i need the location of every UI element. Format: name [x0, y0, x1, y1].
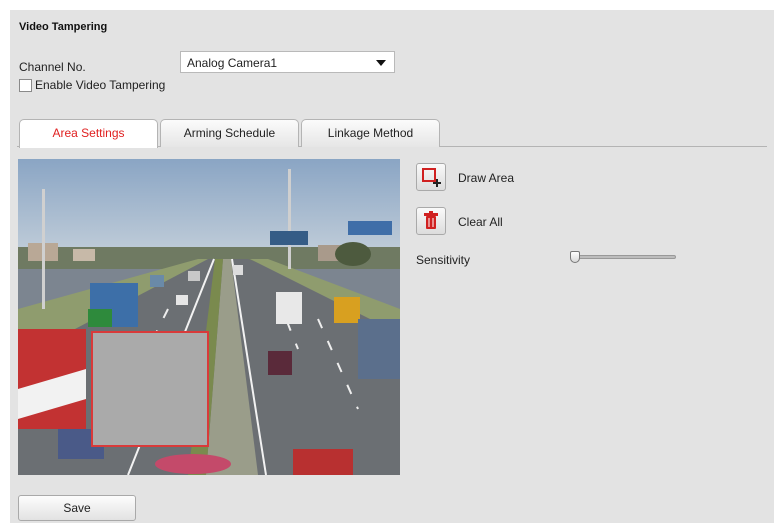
highway-camera-image [18, 159, 400, 475]
draw-area-button[interactable] [416, 163, 446, 191]
channel-label: Channel No. [19, 60, 86, 74]
section-title: Video Tampering [19, 21, 108, 33]
clear-all-button[interactable] [416, 207, 446, 235]
clear-all-label[interactable]: Clear All [458, 215, 503, 229]
tab-arming-schedule[interactable]: Arming Schedule [160, 119, 299, 147]
draw-area-label[interactable]: Draw Area [458, 171, 514, 185]
trash-icon [424, 211, 438, 229]
enable-tampering-label[interactable]: Enable Video Tampering [35, 78, 165, 92]
enable-tampering-checkbox[interactable] [19, 79, 32, 92]
sensitivity-slider-track[interactable] [574, 255, 676, 259]
sensitivity-slider-thumb[interactable] [570, 251, 580, 263]
channel-select-value: Analog Camera1 [187, 56, 278, 70]
chevron-down-icon [376, 60, 386, 66]
draw-area-icon [422, 168, 441, 187]
tab-area-settings[interactable]: Area Settings [19, 119, 158, 148]
video-preview[interactable] [18, 159, 400, 475]
save-button[interactable]: Save [18, 495, 136, 521]
tab-linkage-method[interactable]: Linkage Method [301, 119, 440, 147]
sensitivity-label: Sensitivity [416, 253, 471, 267]
tamper-area-rect[interactable] [91, 331, 209, 447]
channel-select[interactable]: Analog Camera1 [180, 51, 395, 73]
